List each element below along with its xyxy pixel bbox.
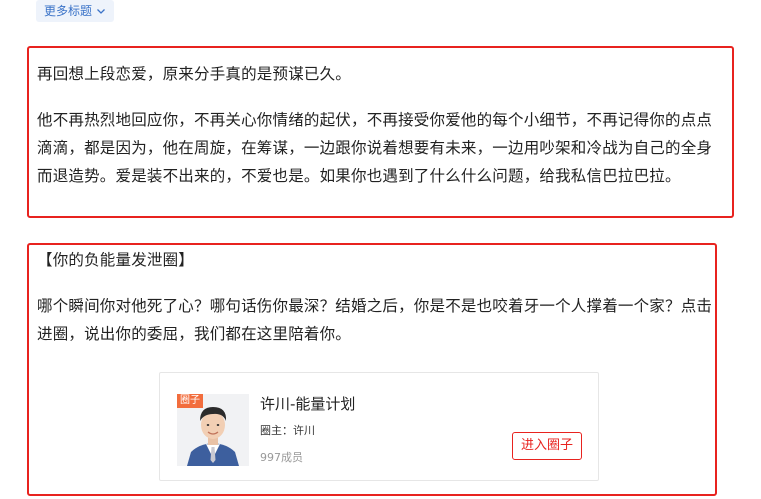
post-paragraph-2: 他不再热烈地回应你，不再关心你情绪的起伏，不再接受你爱他的每个小细节，不再记得你… — [37, 111, 713, 185]
circle-description: 哪个瞬间你对他死了心？哪句话伤你最深？结婚之后，你是不是也咬着牙一个人撑着一个家… — [37, 297, 713, 343]
more-titles-label: 更多标题 — [44, 4, 93, 18]
join-circle-button[interactable]: 进入圈子 — [512, 432, 582, 460]
circle-badge: 圈子 — [177, 394, 203, 408]
chevron-down-icon — [97, 9, 105, 14]
more-titles-button[interactable]: 更多标题 — [36, 0, 115, 22]
circle-heading: 【你的负能量发泄圈】 — [37, 251, 195, 269]
post-paragraph-1: 再回想上段恋爱，原来分手真的是预谋已久。 — [37, 65, 352, 83]
highlight-box-post: 再回想上段恋爱，原来分手真的是预谋已久。 他不再热烈地回应你，不再关心你情绪的起… — [27, 46, 734, 218]
circle-owner: 圈主：许川 — [260, 424, 315, 437]
highlight-box-circle: 【你的负能量发泄圈】 哪个瞬间你对他死了心？哪句话伤你最深？结婚之后，你是不是也… — [27, 243, 717, 496]
circle-member-count: 997成员 — [260, 451, 303, 464]
avatar: 圈子 — [177, 394, 249, 466]
circle-card[interactable]: 圈子 许川-能量计划 圈主：许川 997成员 进入圈子 — [159, 372, 599, 481]
circle-name: 许川-能量计划 — [260, 395, 356, 413]
